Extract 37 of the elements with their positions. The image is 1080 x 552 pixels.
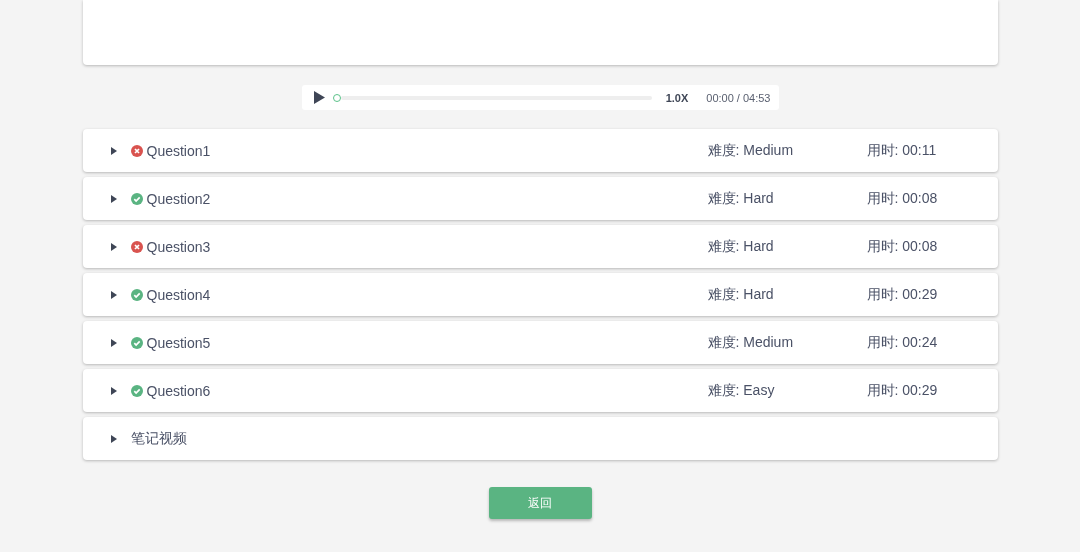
duration-label: 用时: 00:11 [866, 141, 937, 160]
difficulty-label: 难度: Hard [707, 237, 774, 256]
caret-icon[interactable] [110, 242, 117, 251]
caret-icon[interactable] [110, 194, 117, 203]
difficulty-label: 难度: Medium [707, 333, 794, 352]
caret-icon[interactable] [110, 290, 117, 299]
duration-label: 用时: 00:29 [866, 285, 938, 304]
caret-icon[interactable] [110, 338, 117, 347]
question-row[interactable]: Question6 难度: Easy 用时: 00:29 [82, 369, 998, 412]
question-row[interactable]: Question2 难度: Hard 用时: 00:08 [82, 177, 998, 220]
question-row[interactable]: Question5 难度: Medium 用时: 00:24 [82, 321, 998, 364]
duration-label: 用时: 00:08 [866, 237, 938, 256]
play-icon[interactable] [313, 91, 325, 104]
question-row[interactable]: Question1 难度: Medium 用时: 00:11 [82, 129, 998, 172]
notes-title: 笔记视频 [130, 429, 187, 448]
difficulty-label: 难度: Hard [707, 285, 774, 304]
question-title: Question3 [146, 238, 211, 255]
progress-thumb[interactable] [332, 93, 341, 102]
caret-icon[interactable] [110, 386, 117, 395]
question-row[interactable]: Question4 难度: Hard 用时: 00:29 [82, 273, 998, 316]
duration-label: 用时: 00:24 [866, 333, 938, 352]
speed-label[interactable]: 1.0X [665, 91, 689, 104]
question-title: Question2 [146, 190, 211, 207]
duration-label: 用时: 00:08 [866, 189, 938, 208]
duration-label: 用时: 00:29 [866, 381, 938, 400]
question-title: Question4 [146, 286, 211, 303]
notes-row[interactable]: 笔记视频 [82, 417, 998, 460]
difficulty-label: 难度: Hard [707, 189, 774, 208]
caret-icon[interactable] [110, 434, 117, 443]
difficulty-label: 难度: Easy [707, 381, 775, 400]
question-title: Question6 [146, 382, 211, 399]
time-label: 00:00 / 04:53 [706, 91, 771, 104]
difficulty-label: 难度: Medium [707, 141, 794, 160]
question-row[interactable]: Question3 难度: Hard 用时: 00:08 [82, 225, 998, 268]
caret-icon[interactable] [110, 146, 117, 155]
question-title: Question1 [146, 142, 211, 159]
question-title: Question5 [146, 334, 211, 351]
